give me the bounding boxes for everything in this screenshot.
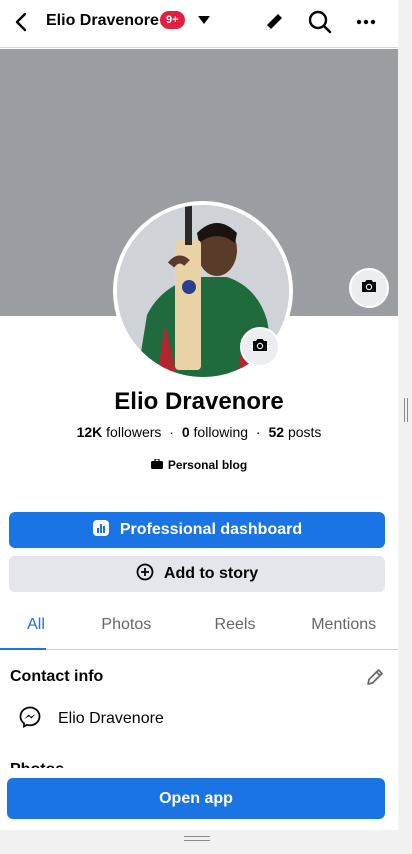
bottom-resize-strip [0, 830, 412, 854]
profile-stats: 12K followers · 0 following · 52 posts [0, 423, 398, 441]
posts-label: posts [287, 424, 322, 440]
more-icon[interactable] [352, 8, 380, 36]
story-label: Add to story [163, 565, 259, 582]
messenger-name: Elio Dravenore [58, 710, 164, 727]
bottom-resize-handle[interactable] [184, 836, 210, 841]
notification-badge[interactable]: 9+ [160, 11, 185, 29]
side-resize-handle[interactable] [404, 398, 408, 422]
profile-tabs: All Photos Reels Mentions [0, 602, 398, 650]
page-name[interactable]: Elio Dravenore [46, 12, 159, 30]
followers-count[interactable]: 12K [77, 424, 103, 440]
pencil-icon[interactable] [364, 666, 386, 688]
dashboard-label: Professional dashboard [119, 521, 303, 538]
tab-mentions[interactable]: Mentions [289, 602, 398, 649]
followers-label[interactable]: followers [106, 424, 161, 440]
tab-photos[interactable]: Photos [72, 602, 181, 649]
profile-category: Personal blog [0, 458, 398, 472]
top-bar: Elio Dravenore 9+ [0, 0, 398, 48]
camera-icon [251, 337, 269, 358]
search-icon[interactable] [306, 8, 334, 36]
contact-messenger-row: Elio Dravenore [18, 705, 164, 734]
contact-info-title: Contact info [10, 668, 104, 685]
dashboard-chart-icon [92, 519, 110, 542]
profile-name: Elio Dravenore [114, 388, 284, 415]
messenger-icon [18, 705, 42, 734]
briefcase-icon [150, 458, 163, 472]
separator: · [169, 424, 174, 440]
add-to-story-button[interactable]: Add to story [9, 556, 385, 592]
pencil-icon[interactable] [260, 8, 288, 36]
following-count[interactable]: 0 [182, 424, 190, 440]
camera-icon [360, 278, 378, 299]
caret-down-icon[interactable] [196, 13, 212, 27]
cover-camera-button[interactable] [349, 268, 389, 308]
professional-dashboard-button[interactable]: Professional dashboard [9, 512, 385, 548]
tab-all[interactable]: All [0, 602, 72, 650]
arrow-left-icon[interactable] [10, 10, 34, 34]
category-label: Personal blog [167, 458, 248, 472]
following-label[interactable]: following [194, 424, 248, 440]
posts-count: 52 [268, 424, 285, 440]
separator: · [255, 424, 261, 440]
open-app-button[interactable]: Open app [7, 778, 385, 819]
tab-reels[interactable]: Reels [181, 602, 290, 649]
profile-camera-button[interactable] [240, 327, 280, 367]
plus-circle-icon [136, 563, 154, 586]
